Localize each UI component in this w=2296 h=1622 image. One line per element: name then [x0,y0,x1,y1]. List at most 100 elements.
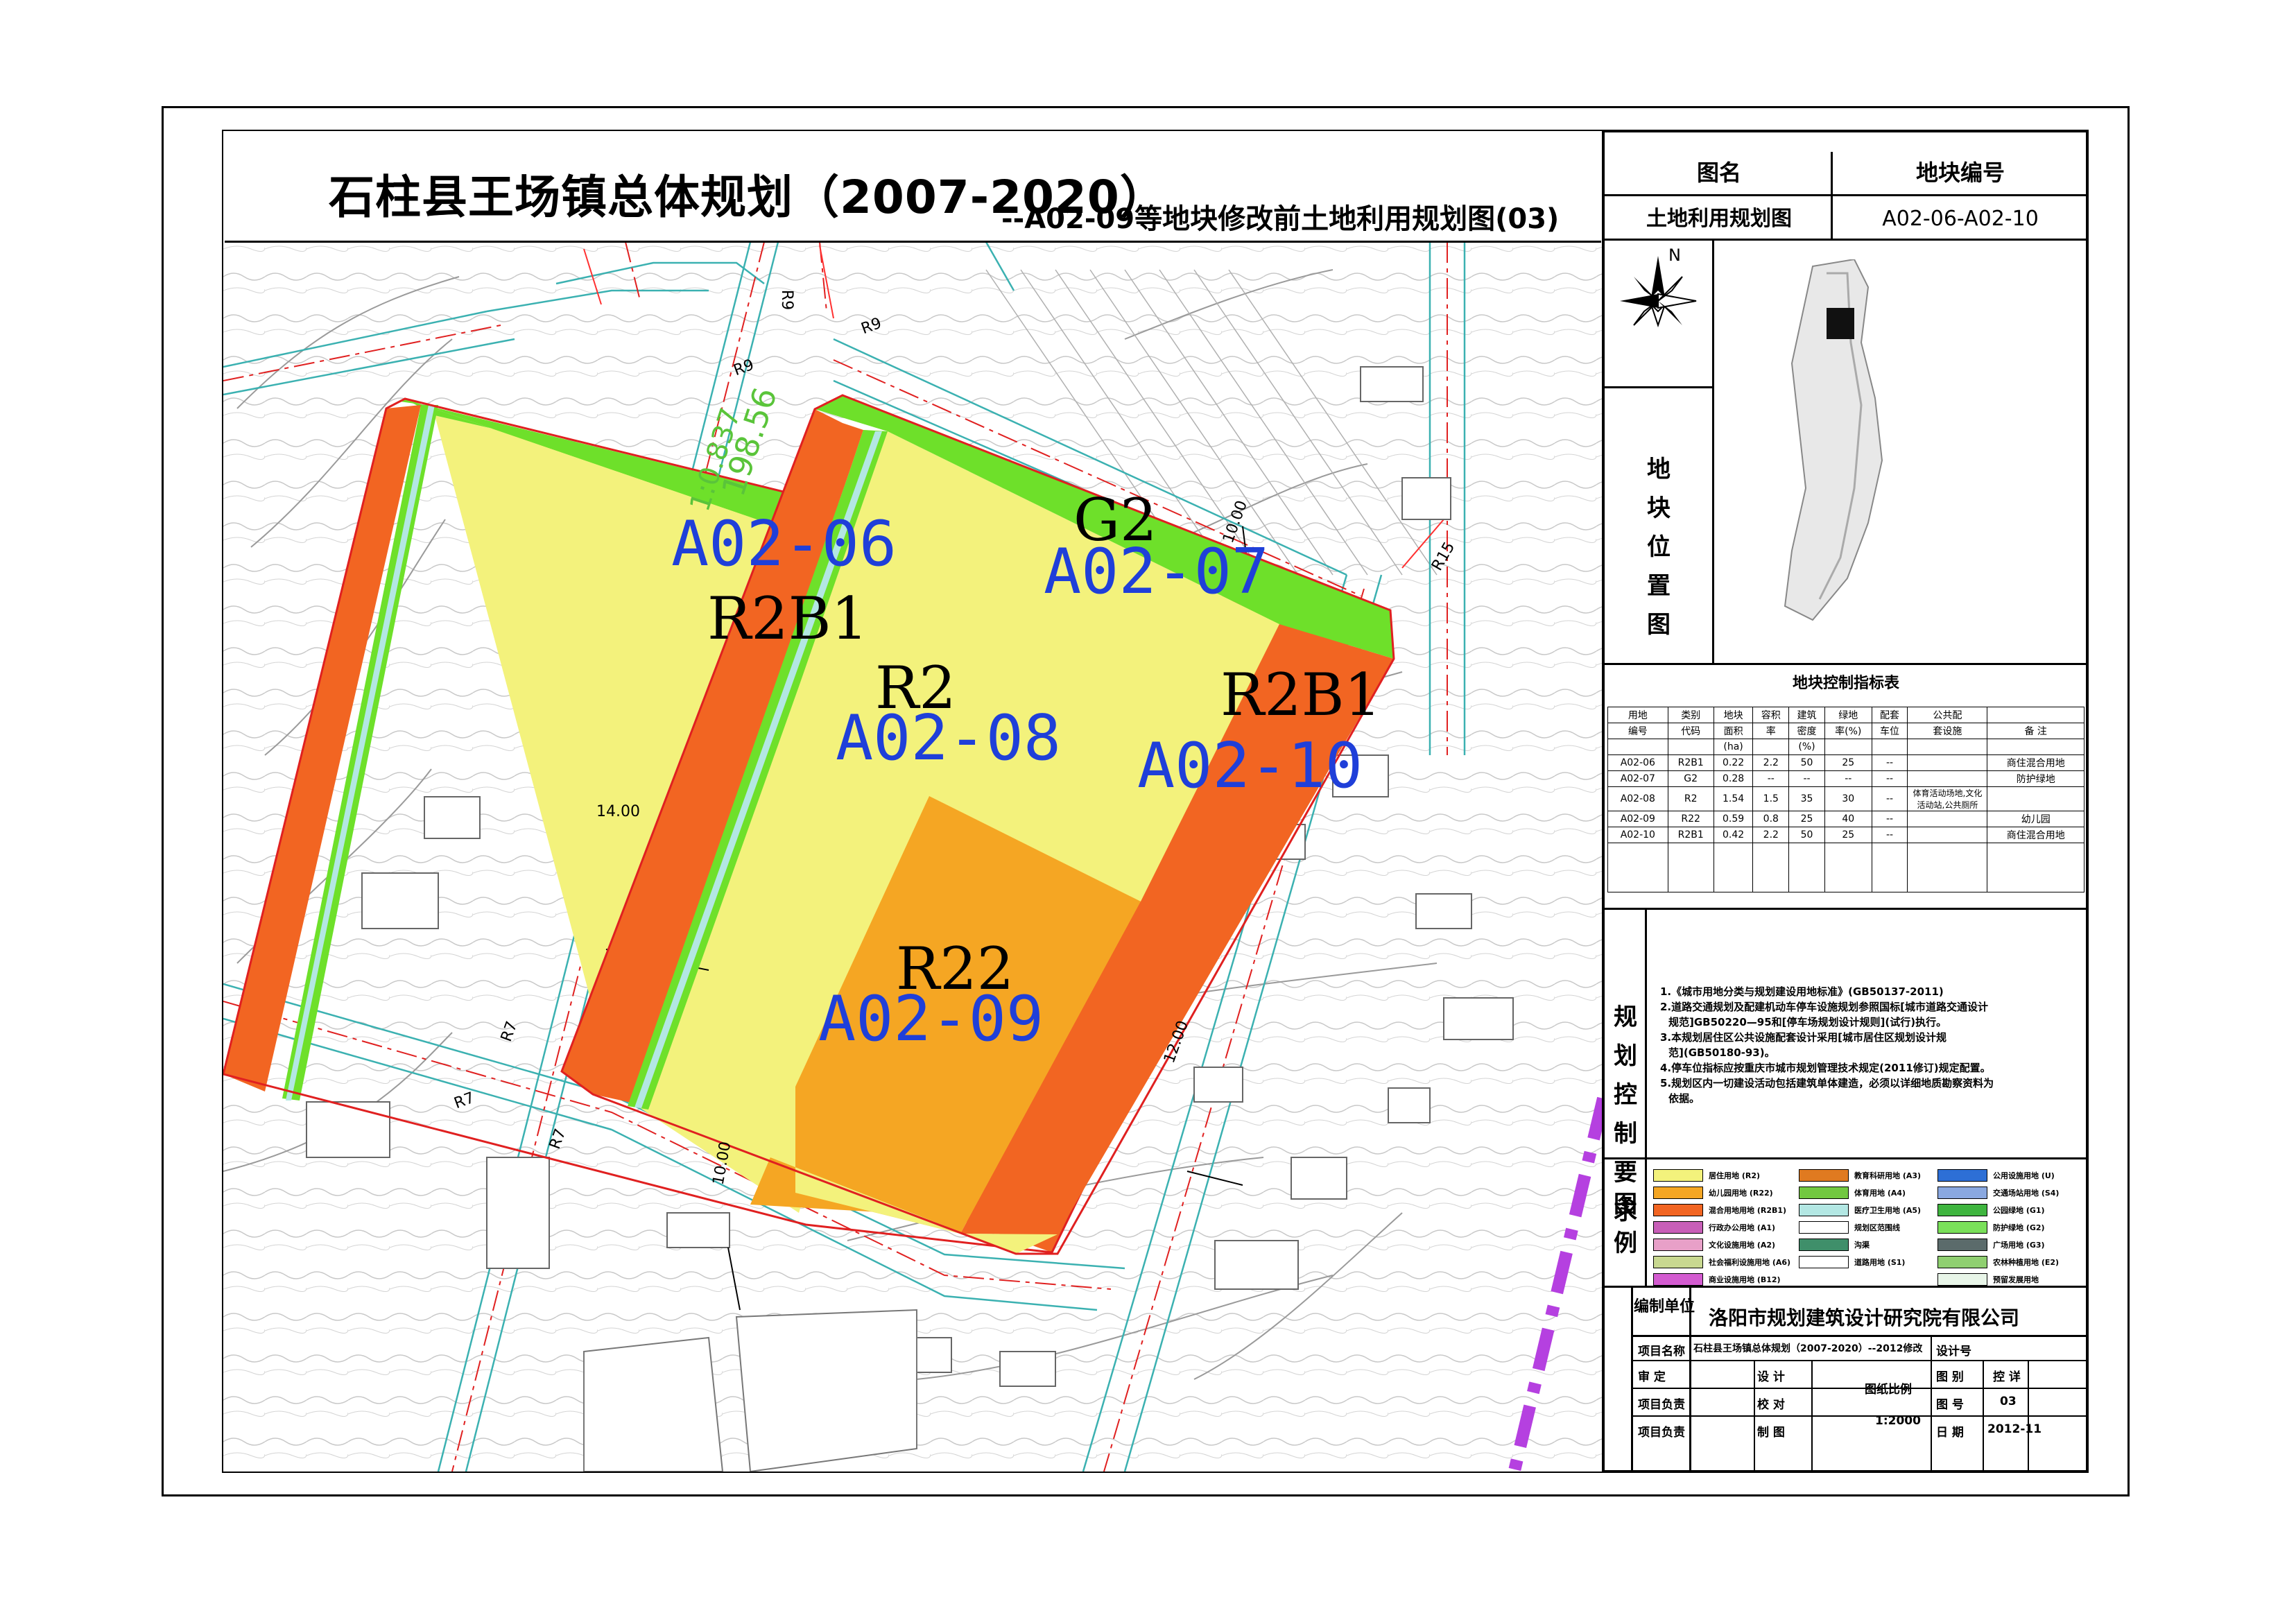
table-cell: -- [1752,770,1790,787]
table-cell: A02-08 [1607,786,1668,811]
th2-5: 率(%) [1824,723,1872,739]
legend-swatch [1799,1204,1849,1216]
legend-item: 交通场站用地 (S4) [1937,1185,2059,1200]
table-cell: 50 [1788,827,1825,843]
legend-text: 规划区范围线 [1854,1223,1900,1232]
table-cell: R2B1 [1667,827,1714,843]
table-cell: A02-10 [1607,827,1668,843]
design-no-label: 设计号 [1936,1345,1971,1358]
requirement-5: 5.规划区内一切建设活动包括建筑单体建造，必须以详细地质勘察资料为 [1660,1077,1994,1089]
th1-2: 地块 [1713,707,1754,723]
requirement-5b: 依据。 [1668,1092,1700,1105]
location-map-label: 地块位置图 [1647,456,1671,639]
table-cell: 40 [1824,811,1872,827]
th1-3: 容积 [1752,707,1790,723]
legend-swatch [1799,1169,1849,1182]
legend-text: 社会福利设施用地 (A6) [1709,1258,1791,1267]
table-cell: -- [1871,770,1908,787]
table-cell [1907,754,1988,771]
table-cell: 35 [1788,786,1825,811]
legend-item: 医疗卫生用地 (A5) [1799,1202,1921,1218]
project-label: 项目名称 [1638,1345,1685,1358]
legend-text: 医疗卫生用地 (A5) [1854,1206,1922,1215]
legend-item: 防护绿地 (G2) [1937,1220,2045,1235]
legend-item: 农林种植用地 (E2) [1937,1254,2059,1270]
table-cell [1907,827,1988,843]
table-cell: 2.2 [1752,827,1790,843]
label-r2b1-east: R2B1 [1220,661,1381,729]
th1-1: 类别 [1667,707,1714,723]
legend-item: 体育用地 (A4) [1799,1185,1906,1200]
legend-text: 商业设施用地 (B12) [1709,1275,1781,1284]
table-cell: 1.5 [1752,786,1790,811]
table-cell: -- [1871,811,1908,827]
draw-label: 制 图 [1757,1426,1785,1440]
legend-swatch [1799,1256,1849,1268]
road-label-r9a: R9 [778,289,796,311]
legend-text: 广场用地 (G3) [1993,1241,2045,1250]
table-cell: 商住混合用地 [1987,827,2084,843]
north-arrow-icon [1620,256,1697,328]
legend-item: 教育科研用地 (A3) [1799,1168,1921,1183]
th2-7: 套设施 [1907,723,1988,739]
unit-name: 洛阳市规划建筑设计研究院有限公司 [1709,1306,2020,1329]
table-cell: R2B1 [1667,754,1714,771]
requirement-3: 3.本规划居住区公共设施配套设计采用[城市居住区规划设计规 [1660,1031,1947,1044]
th1-4: 建筑 [1788,707,1825,723]
legend-text: 幼儿园用地 (R22) [1709,1189,1773,1198]
th3-6 [1871,739,1908,755]
legend-text: 沟渠 [1854,1241,1870,1250]
legend-item: 居住用地 (R2) [1653,1168,1760,1183]
legend-swatch [1653,1221,1703,1234]
legend-item: 广场用地 (G3) [1937,1237,2045,1252]
legend-item: 行政办公用地 (A1) [1653,1220,1775,1235]
legend-swatch [1653,1204,1703,1216]
th3-8 [1987,739,2084,755]
legend-swatch [1653,1273,1703,1286]
table-cell: 2.2 [1752,754,1790,771]
th3-3 [1752,739,1790,755]
legend-item: 规划区范围线 [1799,1220,1900,1235]
table-cell: 25 [1788,811,1825,827]
table-cell: A02-06 [1607,754,1668,771]
header-col1-label: 图名 [1696,159,1741,186]
project-name: 石柱县王场镇总体规划（2007-2020）--2012修改 [1693,1343,1923,1354]
requirement-3b: 范](GB50180-93)。 [1668,1046,1775,1059]
legend-swatch [1937,1221,1987,1234]
legend-swatch [1937,1169,1987,1182]
legend-text: 混合用地用地 (R2B1) [1709,1206,1787,1215]
legend-swatch [1799,1221,1849,1234]
th2-6: 车位 [1871,723,1908,739]
th3-2: (ha) [1713,739,1754,755]
requirement-1: 1.《城市用地分类与规划建设用地标准》(GB50137-2011) [1660,985,1944,998]
label-a02-10: A02-10 [1137,730,1363,802]
table-cell: 防护绿地 [1987,770,2084,787]
date-label: 日 期 [1936,1426,1964,1440]
title-bar: 石柱县王场镇总体规划（2007-2020） --A02-09等地块修改前土地利用… [225,132,1601,243]
review-label: 审 定 [1638,1370,1666,1384]
sheet-value: 控 详 [1993,1370,2021,1384]
drawing-no-label: 图 号 [1936,1398,1964,1412]
requirement-2b: 规范]GB50220—95和[停车场规划设计规则](试行)执行。 [1668,1016,1947,1028]
label-r2: R2 [875,654,956,722]
label-g2: G2 [1073,486,1157,554]
th2-0: 编号 [1607,723,1668,739]
legend-item: 道路用地 (S1) [1799,1254,1905,1270]
legend-item: 混合用地用地 (R2B1) [1653,1202,1786,1218]
dim-14: 14.00 [596,803,640,820]
th1-0: 用地 [1607,707,1668,723]
table-cell: 0.8 [1752,811,1790,827]
th2-8: 备 注 [1987,723,2084,739]
legend-text: 公园绿地 (G1) [1993,1206,2045,1215]
drawing-no-value: 03 [2000,1395,2017,1408]
table-cell: -- [1871,786,1908,811]
table-cell: 0.42 [1713,827,1754,843]
legend-swatch [1937,1256,1987,1268]
table-cell: 商住混合用地 [1987,754,2084,771]
label-r22: R22 [896,935,1015,1003]
legend-swatch [1653,1169,1703,1182]
th2-1: 代码 [1667,723,1714,739]
legend-text: 交通场站用地 (S4) [1993,1189,2060,1198]
table-cell [1907,811,1988,827]
th1-8 [1987,707,2084,723]
